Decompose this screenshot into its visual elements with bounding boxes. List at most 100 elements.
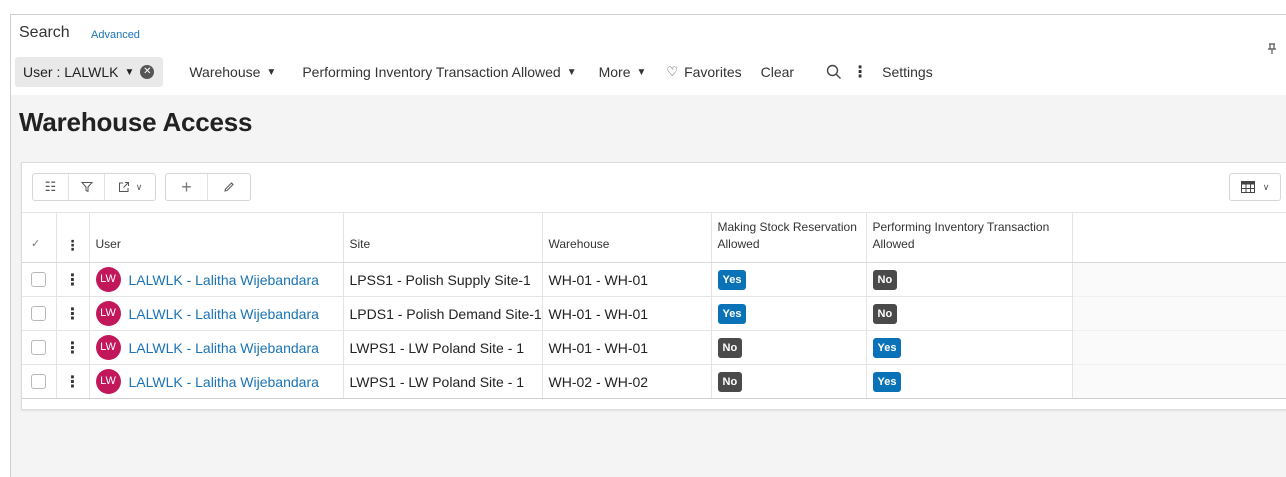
making-stock-cell: Yes — [711, 262, 867, 297]
favorites-button[interactable]: ♡ Favorites — [666, 64, 741, 80]
warehouse-cell: WH-01 - WH-01 — [542, 262, 712, 297]
heart-icon: ♡ — [666, 64, 679, 79]
edit-icon[interactable] — [208, 174, 250, 200]
export-icon[interactable]: ∨ — [105, 174, 155, 200]
more-options-icon[interactable]: ⋮ — [852, 62, 868, 82]
site-cell: LPSS1 - Polish Supply Site-1 — [343, 262, 543, 297]
row-checkbox[interactable] — [31, 374, 46, 389]
performing-cell: Yes — [866, 330, 1073, 365]
user-filter-chip[interactable]: User : LALWLK ▼ ✕ — [15, 57, 164, 87]
more-filter-button[interactable]: More ▼ — [599, 64, 647, 80]
filter-icon[interactable] — [69, 174, 105, 200]
more-filter-label: More — [598, 64, 631, 80]
advanced-search-link[interactable]: Advanced — [91, 29, 140, 41]
select-all-checkbox[interactable]: ✓ — [22, 212, 57, 263]
performing-badge: Yes — [872, 371, 902, 392]
performing-filter-label: Performing Inventory Transaction Allowed — [302, 64, 561, 80]
warehouse-filter-label: Warehouse — [189, 64, 261, 80]
warehouse-filter-button[interactable]: Warehouse ▼ — [189, 64, 276, 80]
page-title: Warehouse Access — [19, 107, 253, 137]
row-checkbox[interactable] — [31, 340, 46, 355]
column-chooser-button[interactable]: ∨ — [1229, 173, 1281, 201]
making-stock-badge: No — [717, 337, 743, 358]
row-menu-icon[interactable]: ⋮ — [56, 364, 90, 399]
row-menu-icon[interactable]: ⋮ — [56, 262, 90, 297]
user-link[interactable]: LALWLK - Lalitha Wijebandara — [129, 306, 319, 322]
table-row[interactable]: ⋮ LW LALWLK - Lalitha Wijebandara LPSS1 … — [22, 262, 1286, 297]
column-header-site[interactable]: Site — [343, 212, 543, 263]
clear-filter-icon[interactable]: ✕ — [140, 65, 155, 79]
empty-cell — [1072, 296, 1286, 331]
caret-down-icon: ▼ — [636, 66, 647, 78]
user-cell: LW LALWLK - Lalitha Wijebandara — [89, 330, 344, 365]
performing-cell: No — [866, 296, 1073, 331]
avatar: LW — [95, 369, 121, 394]
warehouse-cell: WH-01 - WH-01 — [542, 296, 712, 331]
row-checkbox-cell — [22, 262, 57, 297]
user-link[interactable]: LALWLK - Lalitha Wijebandara — [129, 374, 319, 390]
clear-button[interactable]: Clear — [761, 64, 794, 80]
settings-button[interactable]: Settings — [882, 64, 933, 80]
row-checkbox[interactable] — [31, 272, 46, 287]
empty-cell — [1072, 262, 1286, 297]
header-menu-icon[interactable]: ⋮ — [56, 212, 90, 263]
performing-cell: No — [866, 262, 1073, 297]
user-link[interactable]: LALWLK - Lalitha Wijebandara — [129, 272, 319, 288]
chevron-down-icon: ∨ — [135, 181, 143, 192]
table-header-row: ✓ ⋮ User Site Warehouse Making Stock Res… — [22, 212, 1286, 263]
user-link[interactable]: LALWLK - Lalitha Wijebandara — [129, 340, 319, 356]
caret-down-icon: ▼ — [124, 66, 135, 78]
making-stock-badge: No — [717, 371, 743, 392]
pin-icon[interactable] — [1267, 43, 1277, 55]
making-stock-cell: No — [711, 364, 867, 399]
performing-filter-button[interactable]: Performing Inventory Transaction Allowed… — [302, 64, 576, 80]
row-menu-icon[interactable]: ⋮ — [56, 330, 90, 365]
row-checkbox[interactable] — [31, 306, 46, 321]
performing-cell: Yes — [866, 364, 1073, 399]
warehouse-cell: WH-01 - WH-01 — [542, 330, 712, 365]
performing-badge: No — [872, 303, 898, 324]
column-header-performing[interactable]: Performing Inventory Transaction Allowed — [866, 212, 1073, 263]
making-stock-badge: Yes — [717, 269, 747, 290]
settings-label: Settings — [882, 64, 933, 80]
warehouse-access-table: ✓ ⋮ User Site Warehouse Making Stock Res… — [22, 212, 1286, 399]
table-row[interactable]: ⋮ LW LALWLK - Lalitha Wijebandara LPDS1 … — [22, 296, 1286, 331]
filter-bar: User : LALWLK ▼ ✕ Warehouse ▼ Performing… — [15, 57, 1286, 87]
column-header-empty — [1072, 212, 1286, 263]
column-header-warehouse[interactable]: Warehouse — [542, 212, 712, 263]
search-icon[interactable] — [826, 64, 842, 80]
table-row[interactable]: ⋮ LW LALWLK - Lalitha Wijebandara LWPS1 … — [22, 364, 1286, 399]
avatar: LW — [95, 267, 121, 292]
empty-cell — [1072, 330, 1286, 365]
avatar: LW — [95, 301, 121, 326]
caret-down-icon: ▼ — [566, 66, 577, 78]
making-stock-cell: No — [711, 330, 867, 365]
row-menu-icon[interactable]: ⋮ — [56, 296, 90, 331]
site-cell: LPDS1 - Polish Demand Site-1 — [343, 296, 543, 331]
list-view-icon[interactable]: ☷ — [33, 174, 69, 200]
avatar: LW — [95, 335, 121, 360]
column-header-user[interactable]: User — [89, 212, 344, 263]
caret-down-icon: ▼ — [266, 66, 277, 78]
search-header: Search Advanced User : LALWLK ▼ ✕ Wareho… — [11, 15, 1286, 95]
performing-badge: No — [872, 269, 898, 290]
table-row[interactable]: ⋮ LW LALWLK - Lalitha Wijebandara LWPS1 … — [22, 330, 1286, 365]
table-grid-icon — [1240, 181, 1255, 193]
column-header-making-stock[interactable]: Making Stock Reservation Allowed — [711, 212, 867, 263]
user-filter-label: User : LALWLK — [23, 64, 119, 80]
table-panel: ☷ ∨ + ∨ ✓ ⋮ User Site Warehouse Making S… — [21, 162, 1286, 410]
user-cell: LW LALWLK - Lalitha Wijebandara — [89, 296, 344, 331]
row-checkbox-cell — [22, 330, 57, 365]
search-title: Search — [19, 24, 70, 41]
site-cell: LWPS1 - LW Poland Site - 1 — [343, 330, 543, 365]
warehouse-cell: WH-02 - WH-02 — [542, 364, 712, 399]
chevron-down-icon: ∨ — [1262, 181, 1270, 192]
main-frame: Search Advanced User : LALWLK ▼ ✕ Wareho… — [10, 14, 1286, 477]
table-toolbar: ☷ ∨ + — [32, 173, 260, 201]
clear-label: Clear — [760, 64, 795, 80]
user-cell: LW LALWLK - Lalitha Wijebandara — [89, 364, 344, 399]
site-cell: LWPS1 - LW Poland Site - 1 — [343, 364, 543, 399]
row-checkbox-cell — [22, 296, 57, 331]
add-icon[interactable]: + — [166, 174, 208, 200]
making-stock-badge: Yes — [717, 303, 747, 324]
